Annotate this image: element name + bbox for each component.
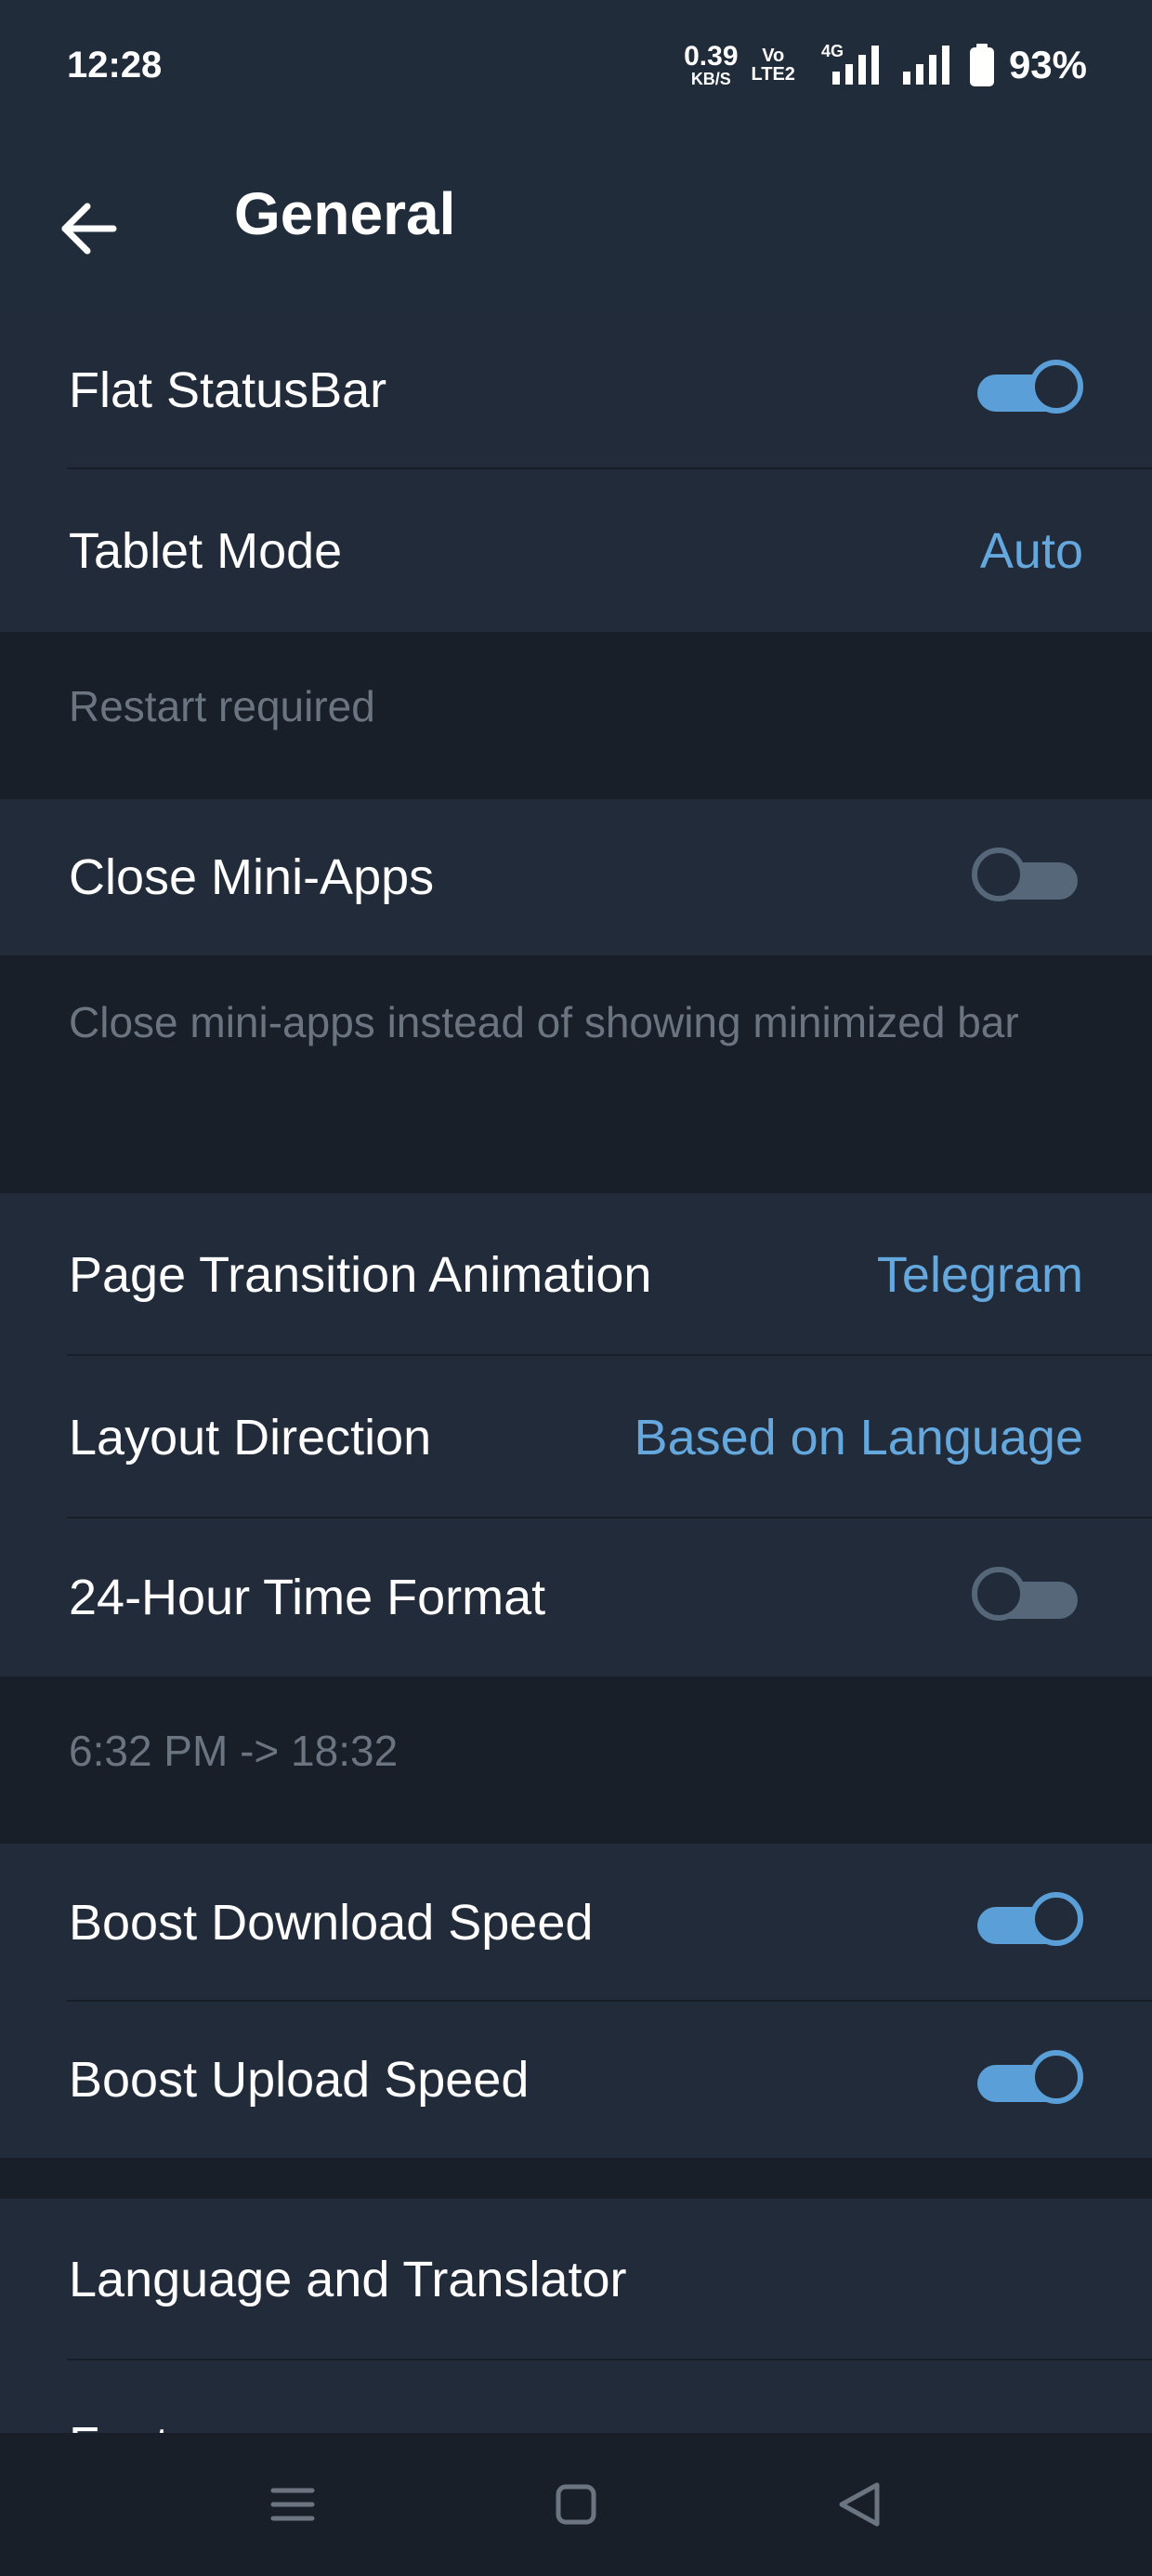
arrow-left-icon [61,203,117,255]
info-text: 6:32 PM -> 18:32 [69,1727,399,1775]
setting-boost-upload[interactable]: Boost Upload Speed [0,2002,1152,2158]
info-text: Restart required [69,682,375,730]
setting-label: Boost Upload Speed [69,2052,530,2108]
page-title: General [234,180,456,247]
setting-label: 24-Hour Time Format [69,1570,546,1625]
time-format-toggle[interactable] [972,1565,1083,1630]
app-bar: General [0,139,1152,311]
back-triangle-icon [839,2482,880,2527]
toggle-knob [1029,1892,1083,1946]
battery-icon [969,44,994,86]
setting-boost-download[interactable]: Boost Download Speed [0,1844,1152,2002]
battery-percentage: 93% [1008,43,1087,86]
home-square-icon [556,2484,596,2525]
setting-label: Language and Translator [69,2252,627,2307]
volte-indicator: Vo LTE2 [752,46,795,84]
toggle-knob [1029,360,1083,414]
setting-label: Flat StatusBar [69,362,387,418]
close-mini-apps-toggle[interactable] [972,846,1083,911]
setting-close-mini-apps[interactable]: Close Mini-Apps [0,799,1152,955]
recent-apps-button[interactable] [260,2472,325,2537]
network-speed-value: 0.39 [684,41,739,72]
setting-page-transition[interactable]: Page Transition Animation Telegram [0,1193,1152,1356]
setting-fonts[interactable]: Fonts [0,2360,1152,2433]
signal-icon [902,46,949,85]
network-speed-unit: KB/S [690,70,731,88]
signal-4g-icon: 4G [821,42,879,85]
setting-tablet-mode[interactable]: Tablet Mode Auto [0,469,1152,632]
setting-value: Auto [979,522,1083,579]
tablet-mode-info: Restart required [0,632,1152,799]
setting-label: Layout Direction [69,1409,432,1465]
setting-value: Based on Language [634,1409,1083,1465]
toggle-knob [1029,2050,1083,2104]
time-format-info: 6:32 PM -> 18:32 [0,1676,1152,1844]
system-back-button[interactable] [827,2472,892,2537]
status-icons: 0.39 KB/S Vo LTE2 4G 93% [684,39,1087,91]
close-mini-apps-info: Close mini-apps instead of showing minim… [0,955,1152,1193]
system-navigation-bar [0,2433,1152,2576]
toggle-knob [972,1567,1026,1621]
setting-label: Fonts [69,2416,194,2433]
setting-label: Close Mini-Apps [69,849,435,905]
setting-language-translator[interactable]: Language and Translator [0,2199,1152,2360]
section-spacer [0,2158,1152,2199]
setting-time-format[interactable]: 24-Hour Time Format [0,1518,1152,1676]
flat-statusbar-toggle[interactable] [972,358,1083,423]
back-button[interactable] [52,191,126,266]
status-time: 12:28 [67,45,163,85]
setting-label: Page Transition Animation [69,1246,652,1303]
volte-top: Vo [762,46,785,66]
menu-icon [270,2488,315,2521]
setting-flat-statusbar[interactable]: Flat StatusBar [0,311,1152,469]
network-type: 4G [821,42,844,60]
setting-value: Telegram [876,1246,1083,1303]
status-bar: 12:28 0.39 KB/S Vo LTE2 4G 93% [0,0,1152,139]
info-text: Close mini-apps instead of showing minim… [69,998,1019,1046]
home-button[interactable] [543,2472,609,2537]
network-speed: 0.39 KB/S [684,41,739,88]
setting-label: Tablet Mode [69,522,343,579]
volte-bottom: LTE2 [751,64,795,85]
boost-download-toggle[interactable] [972,1890,1083,1955]
boost-upload-toggle[interactable] [972,2048,1083,2113]
toggle-knob [972,848,1026,901]
setting-label: Boost Download Speed [69,1895,594,1951]
setting-layout-direction[interactable]: Layout Direction Based on Language [0,1356,1152,1518]
